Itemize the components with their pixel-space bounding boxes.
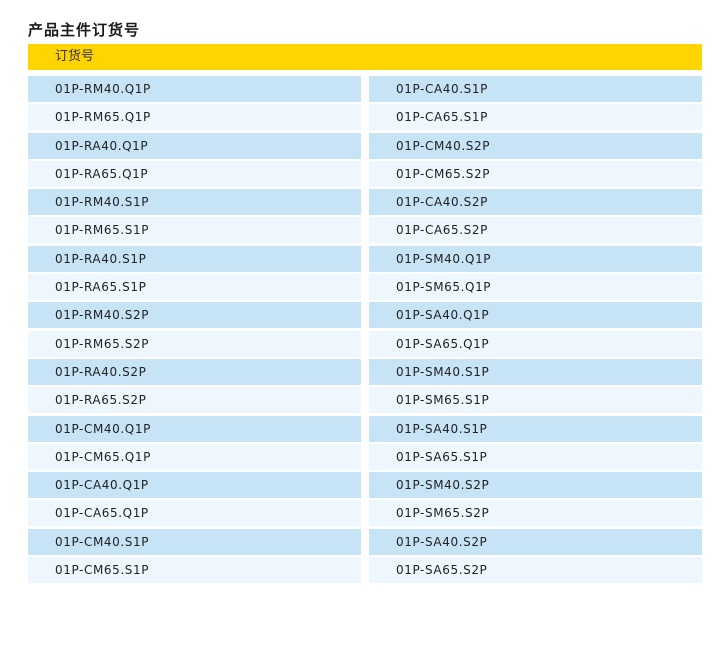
order-number-cell: 01P-RA40.Q1P <box>28 132 361 159</box>
order-number-cell: 01P-RA65.Q1P <box>28 160 361 187</box>
table-header: 订货号 <box>28 44 702 70</box>
table-header-label: 订货号 <box>55 49 95 64</box>
order-number-cell: 01P-RM40.S1P <box>28 189 361 216</box>
order-number-cell: 01P-SM65.S2P <box>369 500 702 527</box>
order-number-cell: 01P-SM65.Q1P <box>369 274 702 301</box>
order-number-cell: 01P-CA40.Q1P <box>28 472 361 499</box>
order-number-cell: 01P-CA40.S1P <box>369 76 702 102</box>
order-number-cell: 01P-RM65.S1P <box>28 217 361 244</box>
order-number-cell: 01P-CM40.Q1P <box>28 415 361 442</box>
order-number-cell: 01P-SM40.Q1P <box>369 245 702 272</box>
order-number-cell: 01P-SM40.S2P <box>369 472 702 499</box>
page-title: 产品主件订货号 <box>28 21 141 39</box>
order-number-cell: 01P-CA65.Q1P <box>28 500 361 527</box>
order-number-cell: 01P-RM40.Q1P <box>28 76 361 102</box>
order-number-cell: 01P-RA40.S1P <box>28 245 361 272</box>
order-number-column-right: 01P-CA40.S1P 01P-CA65.S1P 01P-CM40.S2P 01P-… <box>369 76 702 585</box>
order-number-cell: 01P-SA40.S1P <box>369 415 702 442</box>
order-number-cell: 01P-CA40.S2P <box>369 189 702 216</box>
order-number-cell: 01P-CA65.S1P <box>369 104 702 131</box>
order-number-cell: 01P-RA65.S2P <box>28 387 361 414</box>
order-number-cell: 01P-SM65.S1P <box>369 387 702 414</box>
order-number-cell: 01P-CM40.S1P <box>28 528 361 555</box>
order-number-cell: 01P-RM65.Q1P <box>28 104 361 131</box>
order-number-column-left: 01P-RM40.Q1P 01P-RM65.Q1P 01P-RA40.Q1P 01P-… <box>28 76 361 585</box>
order-number-cell: 01P-CM40.S2P <box>369 132 702 159</box>
order-number-cell: 01P-SA40.Q1P <box>369 302 702 329</box>
order-number-cell: 01P-SM40.S1P <box>369 358 702 385</box>
order-number-cell: 01P-CM65.Q1P <box>28 443 361 470</box>
order-number-cell: 01P-SA65.S1P <box>369 443 702 470</box>
order-number-cell: 01P-RA65.S1P <box>28 274 361 301</box>
order-number-cell: 01P-RA40.S2P <box>28 358 361 385</box>
order-number-cell: 01P-CM65.S1P <box>28 557 361 584</box>
order-number-cell: 01P-CA65.S2P <box>369 217 702 244</box>
order-number-cell: 01P-RM65.S2P <box>28 330 361 357</box>
order-number-cell: 01P-SA40.S2P <box>369 528 702 555</box>
order-number-cell: 01P-SA65.S2P <box>369 557 702 584</box>
order-number-cell: 01P-SA65.Q1P <box>369 330 702 357</box>
order-number-cell: 01P-RM40.S2P <box>28 302 361 329</box>
order-number-cell: 01P-CM65.S2P <box>369 160 702 187</box>
